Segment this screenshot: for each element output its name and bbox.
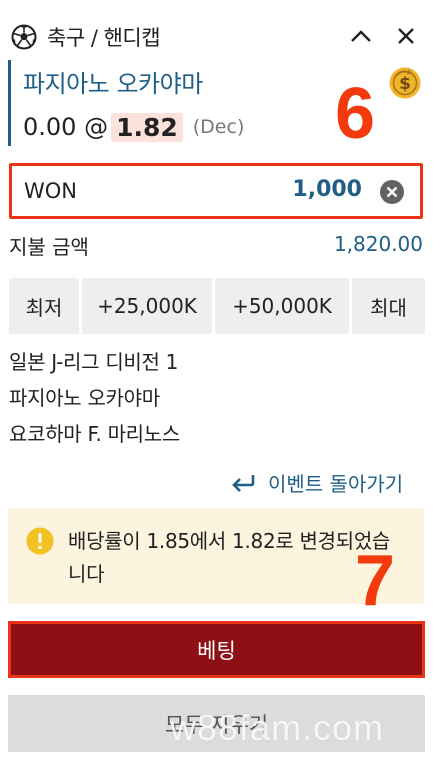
bet-slip-header: 축구 / 핸디캡 (0, 0, 435, 60)
place-bet-button[interactable]: 베팅 (8, 621, 425, 678)
close-icon[interactable] (395, 25, 417, 47)
stake-input[interactable]: WON 1,000 (9, 163, 423, 219)
annotation-step-6: 6 (335, 74, 376, 154)
quick-stake-max-button[interactable]: 최대 (352, 278, 425, 334)
back-to-event-label: 이벤트 돌아가기 (268, 471, 404, 496)
breadcrumb: 축구 / 핸디캡 (47, 26, 161, 50)
selection-marker (8, 60, 11, 146)
clear-circle-icon[interactable] (379, 179, 405, 205)
payout-value: 1,820.00 (333, 232, 423, 256)
selected-team: 파지아노 오카야마 (23, 70, 203, 98)
payout-label: 지불 금액 (9, 235, 89, 259)
home-team: 파지아노 오카야마 (9, 386, 160, 410)
odds-line: 0.00 @ 1.82 (Dec) (23, 110, 244, 144)
handicap-line: 0.00 @ (23, 113, 109, 141)
watermark: w88fam.com (170, 707, 385, 748)
annotation-step-7: 7 (355, 541, 396, 621)
chevron-up-icon[interactable] (349, 25, 373, 47)
odds-value: 1.82 (111, 112, 183, 142)
quick-stake-50000k-button[interactable]: +50,000K (215, 278, 349, 334)
quick-stake-bar: 최저 +25,000K +50,000K 최대 (9, 278, 425, 334)
stake-currency: WON (24, 179, 78, 203)
quick-stake-25000k-button[interactable]: +25,000K (82, 278, 212, 334)
back-to-event-link[interactable]: 이벤트 돌아가기 (230, 467, 403, 497)
soccer-ball-icon (11, 24, 37, 50)
warning-icon (26, 527, 54, 555)
league-name: 일본 J-리그 디비전 1 (9, 350, 179, 374)
stake-amount[interactable]: 1,000 (292, 177, 362, 202)
coin-icon[interactable]: $ (388, 66, 422, 100)
away-team: 요코하마 F. 마리노스 (9, 422, 180, 446)
svg-text:$: $ (399, 74, 411, 94)
odds-format: (Dec) (192, 116, 245, 138)
return-arrow-icon (232, 475, 255, 492)
quick-stake-min-button[interactable]: 최저 (9, 278, 79, 334)
